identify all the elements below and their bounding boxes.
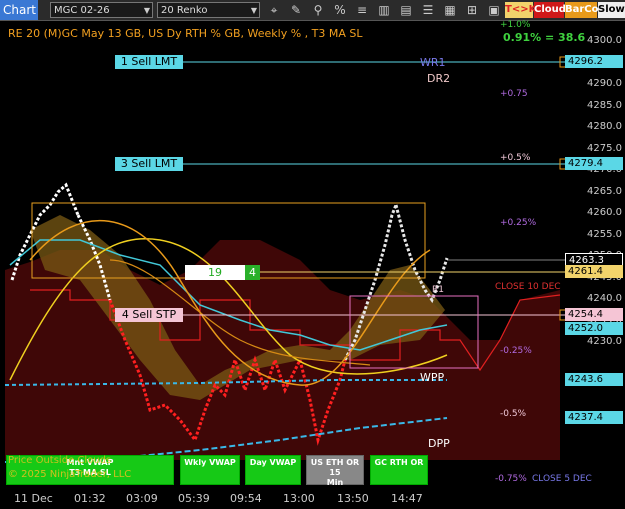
zoom-icon[interactable]: ⚲ [310,2,326,18]
dr2-label: DR2 [427,72,451,85]
chart-toolbar: Chart MGC 02-26 ▼ 20 Renko ▼ ⌖ ✎ ⚲ % ≡ ▥… [0,0,625,21]
cloud-button[interactable]: Cloud [534,2,566,18]
sell4-label[interactable]: 4 Sell STP [115,308,183,322]
y-tick-label: 4300.0 [587,35,622,46]
y-tick-label: 4255.0 [587,228,622,240]
price-tag: 4237.4 [565,411,623,424]
order-quantity[interactable]: 19 [185,265,245,280]
price-tag: 4296.2 [565,55,623,68]
wkly-vwap-label: Wkly VWAP [184,458,236,467]
wr1-label: WR1 [420,56,446,69]
pct-top-label: +1.0% [500,20,531,30]
x-tick-label: 13:50 [337,492,369,505]
x-tick-label: 09:54 [230,492,262,505]
chevron-down-icon: ▼ [250,6,257,15]
wkly-vwap-button[interactable]: Wkly VWAP [180,455,240,485]
bar-type-selector[interactable]: 20 Renko ▼ [157,2,260,18]
pct-m025-label: -0.25% [500,346,532,356]
price-tag: 4279.4 [565,157,623,170]
gc-rth-or-label: GC RTH OR [374,458,424,467]
pct-m05-label: -0.5% [500,409,527,419]
chart-title: RE 20 (M)GC May 13 GB, US Dy RTH % GB, W… [8,27,363,40]
pct-05-label: +0.5% [500,153,531,163]
crosshair-icon[interactable]: ⌖ [266,2,282,18]
bar-type-label: 20 Renko [161,5,208,16]
pct-025-label: +0.25% [500,218,537,228]
trade-icon[interactable]: ⊞ [464,2,480,18]
window-title: Chart [0,0,38,20]
range-readout: 0.91% = 38.6 [503,31,586,44]
list-icon[interactable]: ≡ [354,2,370,18]
bars-icon[interactable]: ▥ [376,2,392,18]
properties-icon[interactable]: ☰ [420,2,436,18]
x-tick-label: 03:09 [126,492,158,505]
price-tag: 4243.6 [565,373,623,386]
instrument-label: MGC 02-26 [54,5,110,16]
us-eth-or-button[interactable]: US ETH OR 15 Min [306,455,364,487]
y-tick-label: 4280.0 [587,121,622,132]
x-tick-label: 11 Dec [14,492,53,505]
price-tag: 4261.4 [565,265,623,278]
indicators-icon[interactable]: ▣ [486,2,502,18]
price-tag: 4254.4 [565,308,623,321]
y-tick-label: 4260.0 [587,207,622,218]
y-tick-label: 4230.0 [587,336,622,347]
sell3-label[interactable]: 3 Sell LMT [115,157,183,171]
us-eth-or-label: US ETH OR 15 Min [310,458,360,487]
pct-m075-label: -0.75% [495,474,527,484]
strategies-icon[interactable]: ▦ [442,2,458,18]
wpp-label: WPP [420,371,445,384]
day-vwap-button[interactable]: Day VWAP [245,455,301,485]
instrument-selector[interactable]: MGC 02-26 ▼ [50,2,153,18]
y-tick-label: 4240.0 [587,293,622,304]
r1-label: R1 [432,285,444,295]
order-count[interactable]: 4 [245,265,260,280]
close10-label: CLOSE 10 DEC [495,282,561,292]
price-chart[interactable] [0,21,625,509]
pencil-icon[interactable]: ✎ [288,2,304,18]
sell1-label[interactable]: 1 Sell LMT [115,55,183,69]
y-tick-label: 4290.0 [587,78,622,89]
x-tick-label: 13:00 [283,492,315,505]
pct-075-label: +0.75 [500,89,528,99]
tk-button[interactable]: T<>K [505,2,536,18]
x-tick-label: 14:47 [391,492,423,505]
close5-label: CLOSE 5 DEC [532,474,592,484]
x-tick-label: 01:32 [74,492,106,505]
slowm-button[interactable]: SlowM [598,2,625,18]
y-tick-label: 4275.0 [587,142,622,154]
template-icon[interactable]: ▤ [398,2,414,18]
watermark-line2: © 2025 NinjaTrader, LLC [8,469,132,480]
price-tag: 4252.0 [565,322,623,335]
watermark-line1: Price Outside Clouds [8,455,112,466]
percent-icon[interactable]: % [332,2,348,18]
chevron-down-icon: ▼ [143,6,150,15]
gc-rth-or-button[interactable]: GC RTH OR [370,455,428,485]
dpp-label: DPP [428,437,450,450]
day-vwap-label: Day VWAP [249,458,297,467]
y-tick-label: 4265.0 [587,185,622,197]
barcol-button[interactable]: BarCol [565,2,602,18]
y-tick-label: 4285.0 [587,99,622,111]
x-tick-label: 05:39 [178,492,210,505]
